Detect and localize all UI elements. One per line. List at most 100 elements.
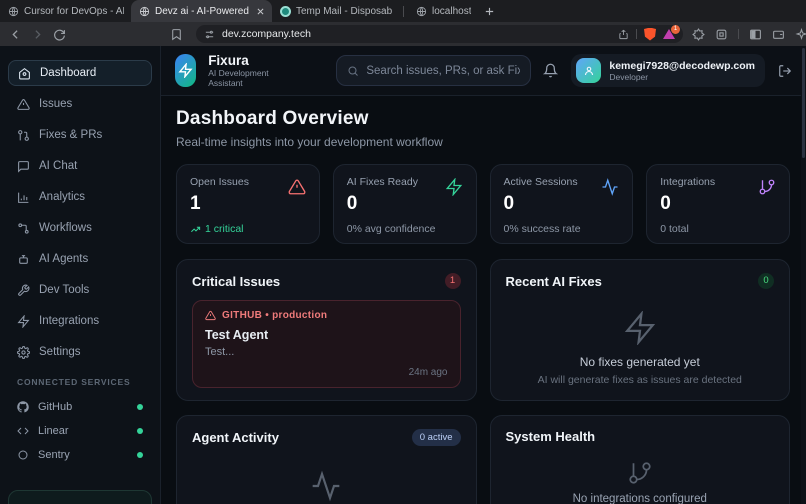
sidebar-item-dev-tools[interactable]: Dev Tools xyxy=(8,277,152,303)
chat-icon xyxy=(17,160,30,173)
search-input[interactable] xyxy=(366,65,520,77)
sidebar-item-label: Issues xyxy=(39,98,72,110)
reload-icon[interactable] xyxy=(53,28,66,41)
sidebar-item-label: AI Chat xyxy=(39,160,77,172)
extension-box-icon[interactable] xyxy=(715,28,728,41)
bar-chart-icon xyxy=(17,191,30,204)
sidebar-item-label: Dev Tools xyxy=(39,284,89,296)
service-sentry[interactable]: Sentry xyxy=(8,443,152,467)
sidebar-item-label: Analytics xyxy=(39,191,85,203)
git-branch-icon xyxy=(758,178,776,196)
tempmail-favicon-icon xyxy=(279,5,291,17)
extension-badge-icon[interactable] xyxy=(692,28,705,41)
sidebar-item-label: Fixes & PRs xyxy=(39,129,102,141)
globe-favicon-icon xyxy=(138,5,150,17)
page-title: Dashboard Overview xyxy=(176,108,790,130)
sidebar-item-ai-agents[interactable]: AI Agents xyxy=(8,246,152,272)
git-branch-icon xyxy=(627,460,653,486)
avatar xyxy=(576,58,601,83)
empty-title: No fixes generated yet xyxy=(580,355,700,369)
browser-tabstrip: Cursor for DevOps - AI-Powered D Devz ai… xyxy=(0,0,806,22)
brave-rewards-icon[interactable]: 1 xyxy=(663,29,675,39)
scrollbar[interactable] xyxy=(801,46,806,504)
leo-ai-icon[interactable] xyxy=(795,28,806,41)
stat-card-open-issues[interactable]: Open Issues 1 1 critical xyxy=(176,164,320,244)
sidebar-item-label: AI Agents xyxy=(39,253,88,265)
url-text[interactable]: dev.zcompany.tech xyxy=(222,28,611,40)
page-subtitle: Real-time insights into your development… xyxy=(176,135,790,149)
browser-tab[interactable]: Cursor for DevOps - AI-Powered D xyxy=(0,0,131,22)
bot-icon xyxy=(17,253,30,266)
sidebar-item-label: Settings xyxy=(39,346,81,358)
issue-title: Test Agent xyxy=(205,328,448,342)
rewards-badge: 1 xyxy=(671,25,680,34)
issue-card[interactable]: GITHUB • production Test Agent Test... 2… xyxy=(192,300,461,388)
sidebar-bottom-card xyxy=(8,490,152,504)
service-label: Sentry xyxy=(38,449,70,461)
stats-row: Open Issues 1 1 critical AI Fixes Ready … xyxy=(176,164,790,244)
panels-row-2: Agent Activity 0 active No agents runnin… xyxy=(176,415,790,504)
system-health-panel: System Health No integrations configured xyxy=(490,415,791,504)
browser-window: Cursor for DevOps - AI-Powered D Devz ai… xyxy=(0,0,806,504)
sidebar-item-settings[interactable]: Settings xyxy=(8,339,152,365)
scrollbar-thumb[interactable] xyxy=(802,48,805,158)
globe-favicon-icon xyxy=(415,5,427,17)
back-icon[interactable] xyxy=(9,28,22,41)
app-shell: Dashboard Issues Fixes & PRs AI Chat Ana… xyxy=(0,46,806,504)
zap-icon xyxy=(445,178,463,196)
issue-description: Test... xyxy=(205,346,448,358)
brand-block: Fixura AI Development Assistant xyxy=(208,53,270,88)
sidebar-item-issues[interactable]: Issues xyxy=(8,91,152,117)
git-pull-request-icon xyxy=(17,129,30,142)
sidebar-item-integrations[interactable]: Integrations xyxy=(8,308,152,334)
sidebar-item-fixes-prs[interactable]: Fixes & PRs xyxy=(8,122,152,148)
panel-title: Agent Activity xyxy=(192,430,279,445)
split-view-icon[interactable] xyxy=(749,28,762,41)
notifications-bell-icon[interactable] xyxy=(543,63,558,78)
forward-icon[interactable] xyxy=(31,28,44,41)
global-search[interactable] xyxy=(336,55,531,86)
fixura-logo-icon xyxy=(175,54,196,87)
panel-title: Critical Issues xyxy=(192,274,280,289)
wallet-icon[interactable] xyxy=(772,28,785,41)
service-linear[interactable]: Linear xyxy=(8,419,152,443)
recent-ai-fixes-panel: Recent AI Fixes 0 No fixes generated yet… xyxy=(490,259,791,401)
tab-title: localhost xyxy=(432,6,471,17)
user-menu[interactable]: kemegi7928@decodewp.com Developer xyxy=(571,54,765,87)
stat-card-active-sessions[interactable]: Active Sessions 0 0% success rate xyxy=(490,164,634,244)
browser-tab[interactable]: localhost xyxy=(408,0,478,22)
divider xyxy=(636,29,637,39)
stat-card-ai-fixes[interactable]: AI Fixes Ready 0 0% avg confidence xyxy=(333,164,477,244)
app-tagline: AI Development Assistant xyxy=(208,68,270,88)
sidebar-item-ai-chat[interactable]: AI Chat xyxy=(8,153,152,179)
browser-tab-active[interactable]: Devz ai - AI-Powered Develop xyxy=(131,0,272,22)
address-bar[interactable]: dev.zcompany.tech 1 xyxy=(196,25,683,43)
fixes-count-badge: 0 xyxy=(758,273,774,289)
sidebar-item-workflows[interactable]: Workflows xyxy=(8,215,152,241)
issue-source: GITHUB • production xyxy=(205,310,448,321)
browser-toolbar: dev.zcompany.tech 1 xyxy=(0,22,806,46)
share-icon[interactable] xyxy=(618,29,629,40)
bookmark-sidebar-icon[interactable] xyxy=(170,28,183,41)
zap-icon xyxy=(623,311,657,345)
home-icon xyxy=(18,67,31,80)
new-tab-button[interactable] xyxy=(478,0,500,22)
alert-triangle-icon xyxy=(288,178,306,196)
site-settings-icon[interactable] xyxy=(204,29,215,40)
sidebar-item-analytics[interactable]: Analytics xyxy=(8,184,152,210)
critical-count-badge: 1 xyxy=(445,273,461,289)
browser-tab[interactable]: Temp Mail - Disposable Temporary xyxy=(272,0,399,22)
logout-icon[interactable] xyxy=(778,64,792,78)
status-dot xyxy=(137,452,143,458)
tab-close-icon[interactable] xyxy=(256,7,265,16)
sidebar-item-dashboard[interactable]: Dashboard xyxy=(8,60,152,86)
stat-card-integrations[interactable]: Integrations 0 0 total xyxy=(646,164,790,244)
service-github[interactable]: GitHub xyxy=(8,395,152,419)
connected-services-label: CONNECTED SERVICES xyxy=(17,377,152,387)
tab-divider xyxy=(403,6,404,17)
empty-title: No integrations configured xyxy=(573,493,707,504)
search-icon xyxy=(347,65,359,77)
activity-icon xyxy=(310,470,342,502)
brave-shield-icon[interactable] xyxy=(644,28,656,41)
stat-footnote: 0% avg confidence xyxy=(347,223,463,235)
